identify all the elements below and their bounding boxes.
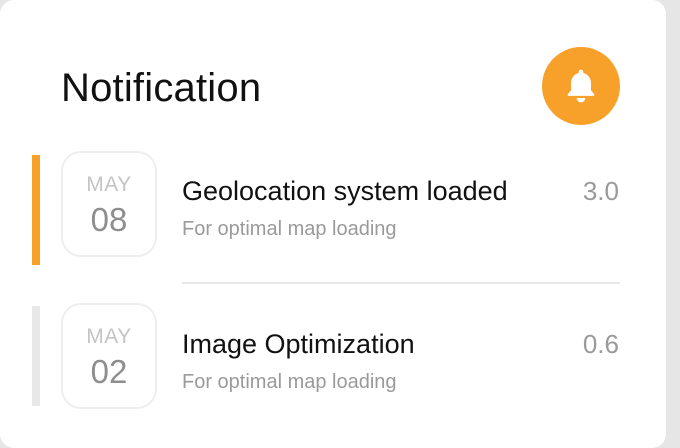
bell-icon: [561, 66, 601, 106]
notification-subtitle: For optimal map loading: [182, 218, 397, 240]
notification-value: 0.6: [582, 329, 619, 359]
notification-value: 3.0: [582, 176, 619, 206]
notification-accent-bar: [32, 306, 40, 406]
notification-title: Image Optimization: [182, 329, 415, 359]
notification-date-box: MAY 08: [61, 151, 157, 257]
notification-card: Notification MAY 08 Geolocation system l…: [0, 0, 666, 448]
notification-title: Geolocation system loaded: [182, 176, 508, 206]
notification-day: 02: [90, 353, 128, 390]
notification-month: MAY: [86, 325, 132, 348]
notification-day: 08: [90, 201, 128, 238]
notification-subtitle: For optimal map loading: [182, 371, 397, 393]
notification-month: MAY: [86, 173, 132, 196]
notification-item[interactable]: MAY 02 Image Optimization For optimal ma…: [0, 303, 666, 409]
notification-date-box: MAY 02: [61, 303, 157, 409]
divider: [182, 282, 620, 284]
notification-accent-bar: [32, 155, 40, 265]
page-title: Notification: [61, 66, 262, 110]
notification-bell-button[interactable]: [542, 47, 620, 125]
notification-item[interactable]: MAY 08 Geolocation system loaded For opt…: [0, 151, 666, 265]
